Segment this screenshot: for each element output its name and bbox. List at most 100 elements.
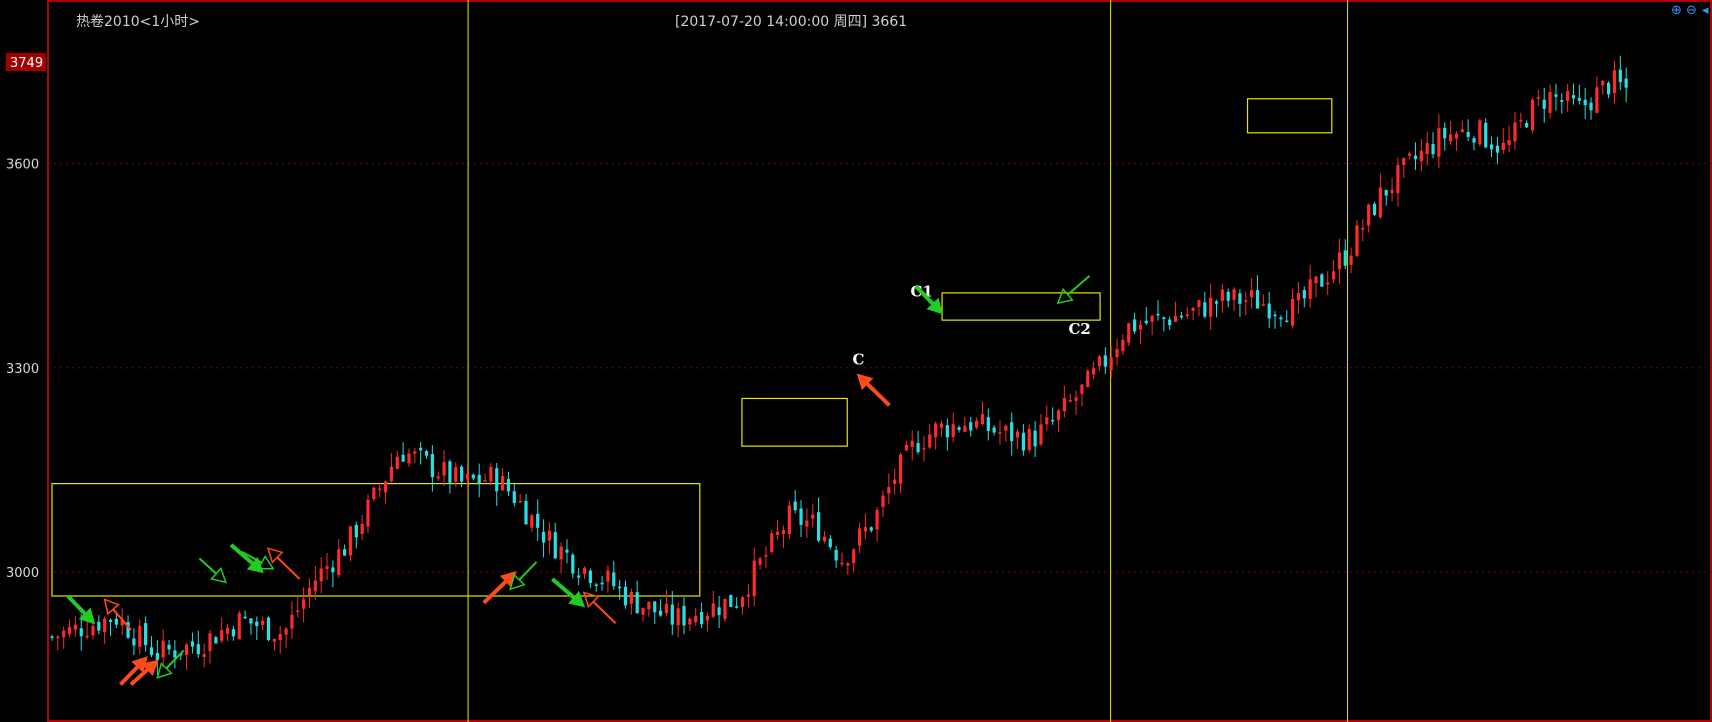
candle-up — [863, 527, 868, 532]
candle-down — [196, 644, 200, 655]
red-arrow — [266, 547, 301, 580]
candle-up — [1027, 428, 1031, 450]
candle-down — [957, 427, 961, 430]
candle-down — [243, 616, 247, 619]
candle-up — [934, 423, 938, 438]
candle-up — [272, 638, 276, 642]
arrow-left-icon[interactable]: ◂ — [1702, 3, 1709, 18]
candle-down — [1156, 313, 1160, 316]
candle-down — [577, 575, 581, 578]
candle-up — [1367, 204, 1371, 226]
candle-up — [1513, 122, 1517, 142]
candle-down — [132, 638, 136, 646]
candlestick-chart[interactable]: 3000330036003749CC1C2 — [0, 0, 1712, 722]
consolidation-box — [1246, 98, 1333, 134]
candle-up — [73, 624, 78, 630]
candle-down — [1489, 144, 1494, 150]
candle-down — [401, 454, 405, 462]
candle-up — [664, 603, 669, 614]
candles — [50, 55, 1628, 675]
candle-up — [407, 453, 411, 464]
green-arrow — [156, 649, 185, 679]
candle-up — [1173, 315, 1178, 322]
green-arrow — [66, 594, 96, 625]
candle-up — [389, 466, 394, 481]
candle-up — [1454, 133, 1459, 139]
candle-up — [454, 467, 458, 482]
candle-up — [296, 610, 300, 612]
candle-down — [231, 629, 236, 637]
candle-up — [811, 514, 815, 519]
candle-down — [448, 461, 452, 483]
candle-down — [1033, 430, 1037, 447]
candle-down — [553, 532, 557, 559]
candle-up — [220, 630, 224, 641]
candle-up — [1612, 70, 1617, 94]
candle-up — [629, 591, 633, 604]
candle-up — [337, 549, 341, 576]
candle-up — [91, 625, 95, 636]
candle-down — [1179, 315, 1184, 318]
candle-up — [360, 523, 364, 535]
candle-down — [1443, 127, 1447, 139]
candle-up — [922, 447, 926, 450]
candle-up — [974, 420, 979, 428]
candle-up — [980, 413, 985, 425]
candle-up — [1478, 120, 1482, 145]
zoom-in-icon[interactable]: ⊕ — [1671, 3, 1682, 18]
candle-down — [1583, 99, 1587, 106]
candle-up — [547, 530, 552, 541]
candle-up — [1004, 425, 1008, 431]
candle-up — [857, 528, 862, 546]
candle-up — [372, 487, 376, 500]
candle-up — [676, 608, 680, 626]
candle-down — [828, 538, 832, 548]
candle-down — [255, 621, 259, 627]
candle-up — [647, 601, 651, 610]
candle-down — [173, 650, 177, 658]
candle-up — [1566, 91, 1570, 101]
candle-up — [1536, 97, 1540, 99]
candle-up — [1138, 324, 1143, 330]
candle-up — [840, 562, 844, 565]
candle-up — [1039, 424, 1043, 445]
red-arrow — [856, 373, 891, 407]
candle-down — [1168, 319, 1172, 326]
candle-down — [430, 453, 434, 478]
candle-up — [776, 531, 780, 535]
candle-up — [1437, 128, 1441, 157]
candle-down — [945, 425, 949, 438]
candle-down — [108, 619, 113, 622]
candle-up — [489, 466, 493, 482]
candle-down — [541, 531, 546, 543]
candle-down — [1273, 314, 1277, 317]
candle-down — [1203, 302, 1207, 317]
candle-up — [1548, 91, 1552, 113]
candle-up — [1109, 357, 1113, 371]
candle-up — [465, 473, 470, 480]
candle-down — [1618, 69, 1622, 83]
candle-down — [612, 572, 616, 587]
candle-down — [1571, 95, 1576, 99]
candle-up — [910, 440, 914, 447]
candle-up — [1337, 252, 1342, 270]
candle-up — [184, 644, 189, 656]
zoom-out-icon[interactable]: ⊖ — [1686, 3, 1697, 18]
candle-up — [641, 607, 645, 615]
candle-up — [1086, 370, 1090, 388]
candle-down — [477, 474, 481, 484]
candle-up — [898, 454, 903, 484]
candle-up — [781, 530, 786, 534]
candle-up — [1209, 297, 1213, 317]
candle-up — [582, 567, 587, 574]
candle-down — [524, 501, 528, 525]
candle-down — [1525, 123, 1529, 128]
candle-up — [1062, 398, 1066, 412]
candle-down — [1472, 138, 1476, 143]
crosshair-readout: [2017-07-20 14:00:00 周四] 3661 — [675, 14, 908, 30]
candle-up — [208, 633, 212, 651]
candle-up — [1402, 157, 1406, 166]
candle-up — [1408, 153, 1412, 156]
candle-down — [1484, 122, 1488, 148]
candle-down — [1021, 432, 1026, 451]
